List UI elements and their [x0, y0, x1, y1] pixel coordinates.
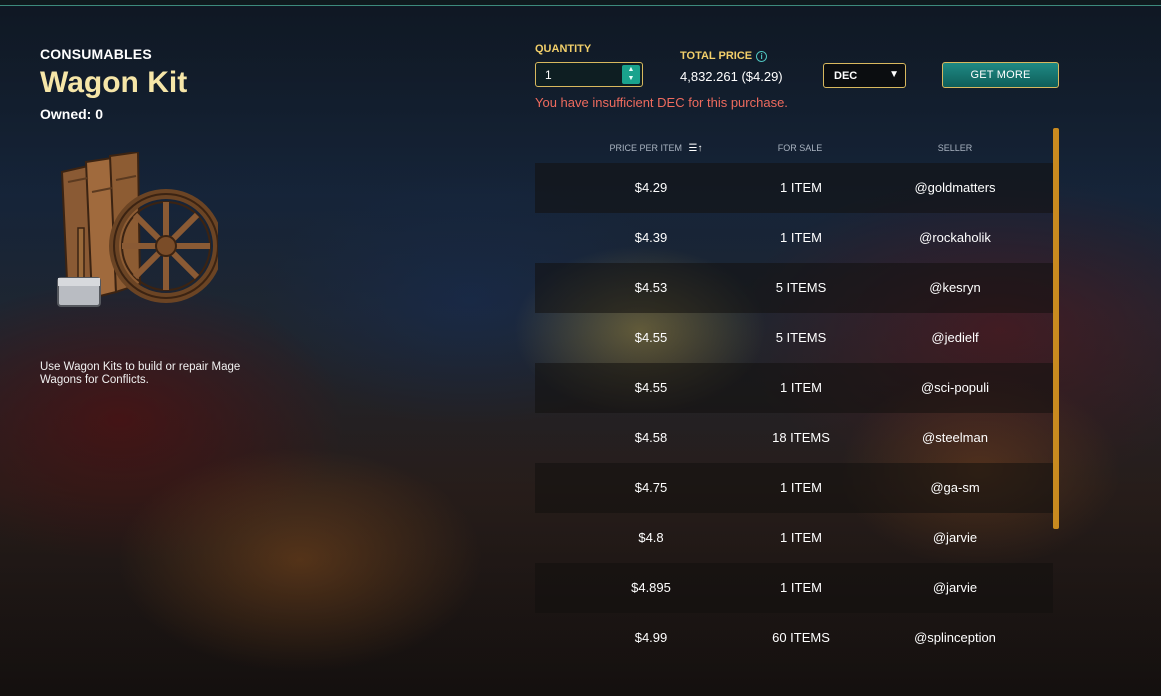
table-row[interactable]: $4.55 5 ITEMS @jedielf [535, 313, 1053, 363]
listings-header: PRICE PER ITEM ☰↑ FOR SALE SELLER [535, 143, 1053, 157]
total-price-value: 4,832.261 ($4.29) [680, 69, 783, 84]
price-cell: $4.53 [634, 280, 668, 295]
for-sale-cell: 1 ITEM [780, 180, 822, 195]
price-cell: $4.99 [634, 630, 668, 645]
for-sale-cell: 1 ITEM [780, 530, 822, 545]
wagon-wheel-icon [109, 189, 223, 303]
price-cell: $4.895 [631, 580, 671, 595]
table-row[interactable]: $4.99 60 ITEMS @splinception [535, 613, 1053, 663]
for-sale-cell: 18 ITEMS [772, 430, 830, 445]
quantity-input[interactable]: 1 [545, 68, 552, 82]
for-sale-cell: 1 ITEM [780, 230, 822, 245]
insufficient-funds-warning: You have insufficient DEC for this purch… [535, 95, 788, 110]
total-price-label-text: TOTAL PRICE [680, 50, 753, 62]
stepper-buttons[interactable]: ▲ ▼ [622, 65, 640, 84]
table-row[interactable]: $4.29 1 ITEM @goldmatters [535, 163, 1053, 213]
item-category: CONSUMABLES [40, 46, 152, 62]
wagon-kit-icon [48, 150, 228, 322]
seller-cell: @steelman [922, 430, 988, 445]
total-price-label: TOTAL PRICE i [680, 50, 768, 62]
item-title: Wagon Kit [40, 66, 188, 99]
table-row[interactable]: $4.8 1 ITEM @jarvie [535, 513, 1053, 563]
table-row[interactable]: $4.895 1 ITEM @jarvie [535, 563, 1053, 613]
price-cell: $4.39 [634, 230, 668, 245]
seller-cell: @splinception [914, 630, 996, 645]
for-sale-cell: 1 ITEM [780, 580, 822, 595]
info-icon[interactable]: i [756, 50, 768, 62]
currency-select[interactable]: DEC ▼ [823, 63, 906, 88]
for-sale-cell: 5 ITEMS [775, 330, 827, 345]
seller-cell: @rockaholik [919, 230, 991, 245]
chevron-down-icon: ▼ [889, 69, 899, 80]
price-cell: $4.29 [634, 180, 668, 195]
table-row[interactable]: $4.39 1 ITEM @rockaholik [535, 213, 1053, 263]
seller-column-header: SELLER [937, 143, 973, 153]
price-cell: $4.55 [634, 380, 668, 395]
quantity-stepper[interactable]: 1 ▲ ▼ [535, 62, 643, 87]
currency-selected: DEC [834, 70, 858, 82]
listings-scrollbar[interactable] [1053, 128, 1059, 529]
top-bar [0, 0, 1161, 6]
table-row[interactable]: $4.53 5 ITEMS @kesryn [535, 263, 1053, 313]
get-more-button[interactable]: GET MORE [942, 62, 1059, 88]
item-description: Use Wagon Kits to build or repair Mage W… [40, 361, 241, 387]
price-cell: $4.58 [634, 430, 668, 445]
price-cell: $4.75 [634, 480, 668, 495]
sort-ascending-icon[interactable]: ☰↑ [689, 143, 703, 154]
price-column-header[interactable]: PRICE PER ITEM ☰↑ [571, 143, 741, 154]
for-sale-cell: 5 ITEMS [775, 280, 827, 295]
for-sale-column-header: FOR SALE [777, 143, 823, 153]
seller-cell: @kesryn [929, 280, 981, 295]
listings-table: $4.29 1 ITEM @goldmatters $4.39 1 ITEM @… [535, 163, 1053, 663]
table-row[interactable]: $4.58 18 ITEMS @steelman [535, 413, 1053, 463]
price-cell: $4.8 [638, 530, 664, 545]
table-row[interactable]: $4.75 1 ITEM @ga-sm [535, 463, 1053, 513]
for-sale-cell: 60 ITEMS [772, 630, 830, 645]
seller-cell: @goldmatters [914, 180, 996, 195]
seller-cell: @jedielf [931, 330, 979, 345]
seller-cell: @sci-populi [920, 380, 990, 395]
seller-cell: @jarvie [932, 530, 978, 545]
chevron-up-icon[interactable]: ▲ [628, 66, 635, 74]
for-sale-cell: 1 ITEM [780, 480, 822, 495]
quantity-label: QUANTITY [535, 43, 592, 55]
table-row[interactable]: $4.55 1 ITEM @sci-populi [535, 363, 1053, 413]
seller-cell: @ga-sm [930, 480, 980, 495]
price-cell: $4.55 [634, 330, 668, 345]
owned-count: Owned: 0 [40, 106, 104, 122]
item-info-panel: CONSUMABLES Wagon Kit Owned: 0 [40, 46, 280, 322]
seller-cell: @jarvie [932, 580, 978, 595]
for-sale-cell: 1 ITEM [780, 380, 822, 395]
chevron-down-icon[interactable]: ▼ [628, 75, 635, 83]
price-header-label: PRICE PER ITEM [609, 143, 683, 153]
